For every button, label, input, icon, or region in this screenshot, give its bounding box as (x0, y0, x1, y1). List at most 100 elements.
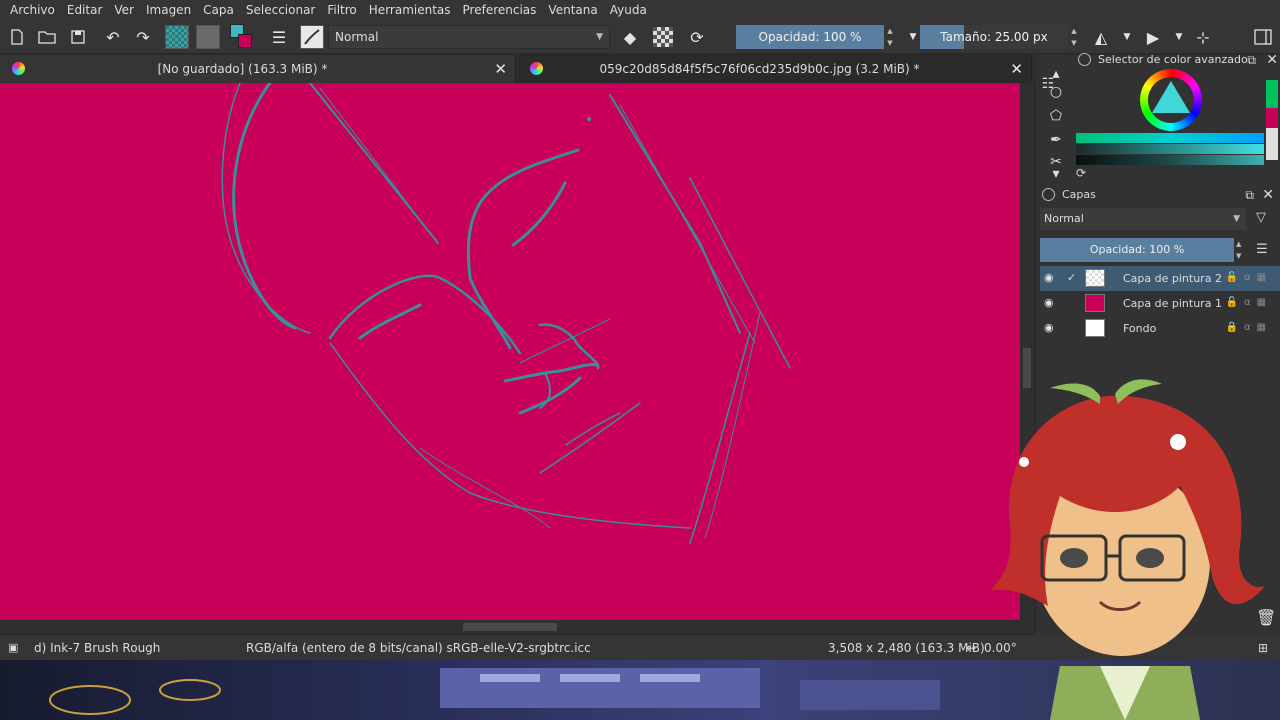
brush-presets-icon[interactable]: ☰ (266, 24, 292, 50)
layer-opacity-label: Opacidad: 100 % (1089, 243, 1185, 256)
avatar-illustration (990, 379, 1265, 720)
color-selector-label: Selector de color avanzado (1098, 53, 1248, 66)
ellipse-tool-icon[interactable]: ○ (1048, 84, 1064, 100)
tab-unsaved[interactable]: [No guardado] (163.3 MiB) * ✕ (0, 55, 516, 83)
lock-icon[interactable]: 🔒α▦ (1226, 322, 1273, 333)
menu-archivo[interactable]: Archivo (4, 0, 61, 20)
foreground-background-color-icon[interactable] (230, 24, 256, 50)
menu-ver[interactable]: Ver (108, 0, 140, 20)
hue-strip[interactable] (1076, 133, 1264, 143)
document-tabs: [No guardado] (163.3 MiB) * ✕ 059c20d85d… (0, 55, 1036, 83)
chevron-down-icon: ▼ (1233, 214, 1240, 224)
refresh-icon[interactable]: ⟳ (1076, 166, 1086, 180)
menu-imagen[interactable]: Imagen (140, 0, 197, 20)
float-dock-icon[interactable]: ⧉ (1247, 49, 1256, 71)
down-arrow-icon[interactable]: ▾ (1048, 166, 1064, 182)
brush-preset-icon[interactable]: ▣ (8, 635, 18, 661)
sketch-drawing (221, 83, 791, 544)
layer-menu-icon[interactable]: ☰ (1256, 242, 1268, 257)
redo-icon[interactable]: ↷ (130, 24, 156, 50)
blend-mode-select[interactable]: Normal ▼ (328, 25, 610, 49)
visibility-eye-icon[interactable]: ◉ (1044, 271, 1054, 284)
layer-thumbnail (1085, 269, 1105, 287)
layer-name: Capa de pintura 1 (1123, 297, 1222, 310)
size-spinner[interactable]: ▲ ▼ (1068, 25, 1080, 49)
menu-ventana[interactable]: Ventana (542, 0, 603, 20)
mirror-vertical-icon[interactable]: ▶ (1140, 24, 1166, 50)
layer-row-paint-1[interactable]: ◉ Capa de pintura 1 🔓α▦ (1040, 291, 1280, 316)
saturation-strip[interactable] (1076, 144, 1264, 154)
color-selector-title: Selector de color avanzado ⧉ ✕ (1076, 49, 1280, 71)
mirror-horizontal-menu-icon[interactable]: ▼ (1114, 24, 1140, 50)
menu-herramientas[interactable]: Herramientas (363, 0, 457, 20)
layer-properties-icon[interactable]: 🔓α▦ (1226, 272, 1273, 283)
visibility-eye-icon[interactable]: ◉ (1044, 296, 1054, 309)
value-strip[interactable] (1076, 155, 1264, 165)
close-icon[interactable]: ✕ (1262, 184, 1274, 206)
layer-thumbnail (1085, 319, 1105, 337)
menu-seleccionar[interactable]: Seleccionar (240, 0, 321, 20)
opacity-spinner[interactable]: ▲ ▼ (884, 25, 896, 49)
menu-preferencias[interactable]: Preferencias (457, 0, 543, 20)
layer-blend-mode-select[interactable]: Normal ▼ (1040, 208, 1246, 230)
layer-row-paint-2[interactable]: ◉ ✓ Capa de pintura 2 🔓α▦ (1040, 266, 1280, 291)
workspace-icon[interactable] (1250, 24, 1276, 50)
tab-image-file[interactable]: 059c20d85d84f5f5c76f06cd235d9b0c.jpg (3.… (518, 55, 1032, 83)
color-triangle[interactable] (1152, 81, 1190, 113)
layer-blend-value: Normal (1044, 212, 1084, 225)
size-slider[interactable]: Tamaño: 25.00 px (920, 25, 1068, 49)
drawing-canvas[interactable] (0, 83, 1020, 620)
opacity-slider[interactable]: Opacidad: 100 % (736, 25, 884, 49)
mirror-horizontal-icon[interactable]: ◭ (1088, 24, 1114, 50)
chevron-down-icon: ▼ (596, 32, 603, 42)
recent-colors-strip[interactable] (1266, 80, 1278, 160)
reload-preset-icon[interactable]: ⟳ (684, 24, 710, 50)
close-icon[interactable]: ✕ (1010, 55, 1023, 83)
filter-icon[interactable]: ▽ (1256, 210, 1266, 225)
color-selector-icon (1078, 53, 1091, 66)
checkmark-icon[interactable]: ✓ (1067, 271, 1076, 284)
menu-editar[interactable]: Editar (61, 0, 109, 20)
layers-icon (1042, 188, 1055, 201)
opacity-label: Opacidad: 100 % (758, 30, 862, 44)
scrollbar-thumb[interactable] (463, 623, 557, 631)
save-icon[interactable] (65, 24, 91, 50)
close-icon[interactable]: ✕ (1266, 49, 1278, 71)
brush-preview-icon[interactable] (300, 25, 324, 49)
color-wheel[interactable] (1140, 69, 1202, 131)
layers-title: Capas ⧉ ✕ (1036, 184, 1280, 206)
alpha-lock-icon[interactable] (653, 27, 673, 47)
horizontal-scrollbar[interactable] (0, 620, 1034, 634)
menu-filtro[interactable]: Filtro (321, 0, 362, 20)
layer-opacity-slider[interactable]: Opacidad: 100 % (1040, 238, 1234, 262)
polygon-tool-icon[interactable]: ⬠ (1048, 108, 1064, 124)
current-brush-label: d) Ink-7 Brush Rough (34, 641, 161, 655)
mirror-vertical-menu-icon[interactable]: ▼ (1166, 24, 1192, 50)
gradient-swatch[interactable] (196, 25, 220, 49)
undo-icon[interactable]: ↶ (100, 24, 126, 50)
layer-properties-icon[interactable]: 🔓α▦ (1226, 297, 1273, 308)
blend-mode-value: Normal (335, 30, 379, 44)
menu-capa[interactable]: Capa (197, 0, 240, 20)
layer-name: Capa de pintura 2 (1123, 272, 1222, 285)
layers-label: Capas (1062, 188, 1096, 201)
float-dock-icon[interactable]: ⧉ (1245, 184, 1254, 206)
wrap-around-icon[interactable]: ⊹ (1190, 24, 1216, 50)
layer-name: Fondo (1123, 322, 1157, 335)
visibility-eye-icon[interactable]: ◉ (1044, 321, 1054, 334)
layer-row-background[interactable]: ◉ Fondo 🔒α▦ (1040, 316, 1280, 341)
size-label: Tamaño: 25.00 px (940, 30, 1048, 44)
close-icon[interactable]: ✕ (494, 55, 507, 83)
pen-tool-icon[interactable]: ✒ (1048, 132, 1064, 148)
color-space-label: RGB/alfa (entero de 8 bits/canal) sRGB-e… (246, 641, 591, 655)
open-folder-icon[interactable] (34, 24, 60, 50)
vtuber-avatar (950, 376, 1280, 720)
tool-strip: ▴ ☷ ○ ⬠ ✒ ✂ ▾ (1036, 62, 1074, 182)
layer-opacity-spinner[interactable]: ▲ ▼ (1236, 238, 1241, 262)
tab-title: 059c20d85d84f5f5c76f06cd235d9b0c.jpg (3.… (599, 62, 920, 76)
layer-thumbnail (1085, 294, 1105, 312)
menu-ayuda[interactable]: Ayuda (604, 0, 653, 20)
eraser-icon[interactable]: ◆ (617, 24, 643, 50)
pattern-swatch[interactable] (165, 25, 189, 49)
new-document-icon[interactable] (4, 24, 30, 50)
